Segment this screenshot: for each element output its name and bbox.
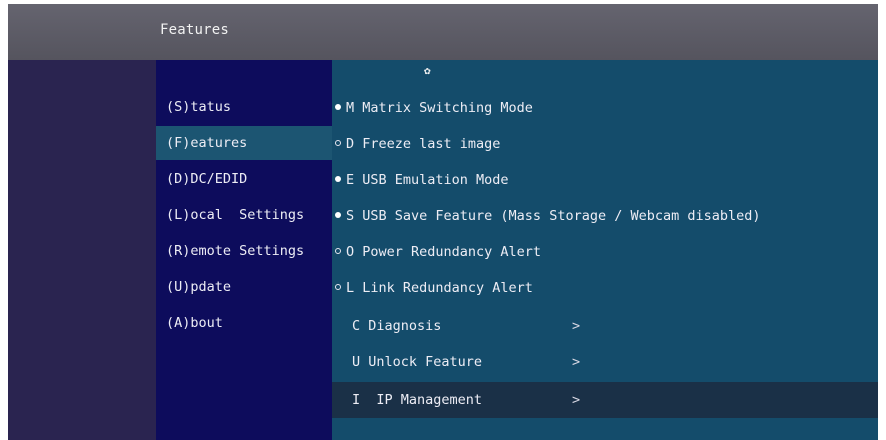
submenu-label: U Unlock Feature bbox=[352, 354, 483, 370]
menu-item-local-settings[interactable]: (L)ocal Settings bbox=[156, 198, 332, 232]
menu-item-about[interactable]: (A)bout bbox=[156, 306, 332, 340]
feature-row-link-redundancy[interactable]: L Link Redundancy Alert bbox=[332, 270, 878, 306]
feature-label: L Link Redundancy Alert bbox=[346, 280, 533, 296]
feature-row-power-redundancy[interactable]: O Power Redundancy Alert bbox=[332, 234, 878, 270]
toggle-on-icon bbox=[335, 212, 341, 218]
submenu-diagnosis[interactable]: C Diagnosis > bbox=[332, 308, 878, 344]
chevron-right-icon: > bbox=[572, 392, 581, 408]
scroll-up-indicator-icon: ✿ bbox=[424, 64, 431, 77]
feature-row-freeze-last-image[interactable]: D Freeze last image bbox=[332, 126, 878, 162]
menu-item-status[interactable]: (S)tatus bbox=[156, 90, 332, 124]
title-bar: Features bbox=[8, 4, 878, 60]
feature-label: E USB Emulation Mode bbox=[346, 172, 509, 188]
feature-row-usb-emulation[interactable]: E USB Emulation Mode bbox=[332, 162, 878, 198]
page-title: Features bbox=[160, 22, 230, 38]
menu-item-ddc-edid[interactable]: (D)DC/EDID bbox=[156, 162, 332, 196]
submenu-ip-management[interactable]: I IP Management > bbox=[332, 382, 878, 418]
feature-row-matrix-switching[interactable]: M Matrix Switching Mode bbox=[332, 90, 878, 126]
feature-label: O Power Redundancy Alert bbox=[346, 244, 542, 260]
chevron-right-icon: > bbox=[572, 354, 581, 370]
menu-item-remote-settings[interactable]: (R)emote Settings bbox=[156, 234, 332, 268]
menu-item-features[interactable]: (F)eatures bbox=[156, 126, 332, 160]
feature-label: D Freeze last image bbox=[346, 136, 501, 152]
feature-label: M Matrix Switching Mode bbox=[346, 100, 533, 116]
submenu-unlock-feature[interactable]: U Unlock Feature > bbox=[332, 344, 878, 380]
feature-row-usb-save[interactable]: S USB Save Feature (Mass Storage / Webca… bbox=[332, 198, 878, 234]
main-menu: (S)tatus (F)eatures (D)DC/EDID (L)ocal S… bbox=[156, 60, 332, 440]
chevron-right-icon: > bbox=[572, 318, 581, 334]
toggle-off-icon bbox=[335, 248, 341, 254]
menu-item-update[interactable]: (U)pdate bbox=[156, 270, 332, 304]
osd-screen: Features (S)tatus (F)eatures (D)DC/EDID … bbox=[8, 4, 878, 440]
left-margin-panel bbox=[8, 60, 156, 440]
toggle-on-icon bbox=[335, 176, 341, 182]
features-panel: ✿ M Matrix Switching Mode D Freeze last … bbox=[332, 60, 878, 440]
feature-label: S USB Save Feature (Mass Storage / Webca… bbox=[346, 208, 761, 224]
submenu-label: I IP Management bbox=[352, 392, 483, 408]
submenu-label: C Diagnosis bbox=[352, 318, 442, 334]
toggle-off-icon bbox=[335, 284, 341, 290]
toggle-on-icon bbox=[335, 104, 341, 110]
toggle-off-icon bbox=[335, 140, 341, 146]
